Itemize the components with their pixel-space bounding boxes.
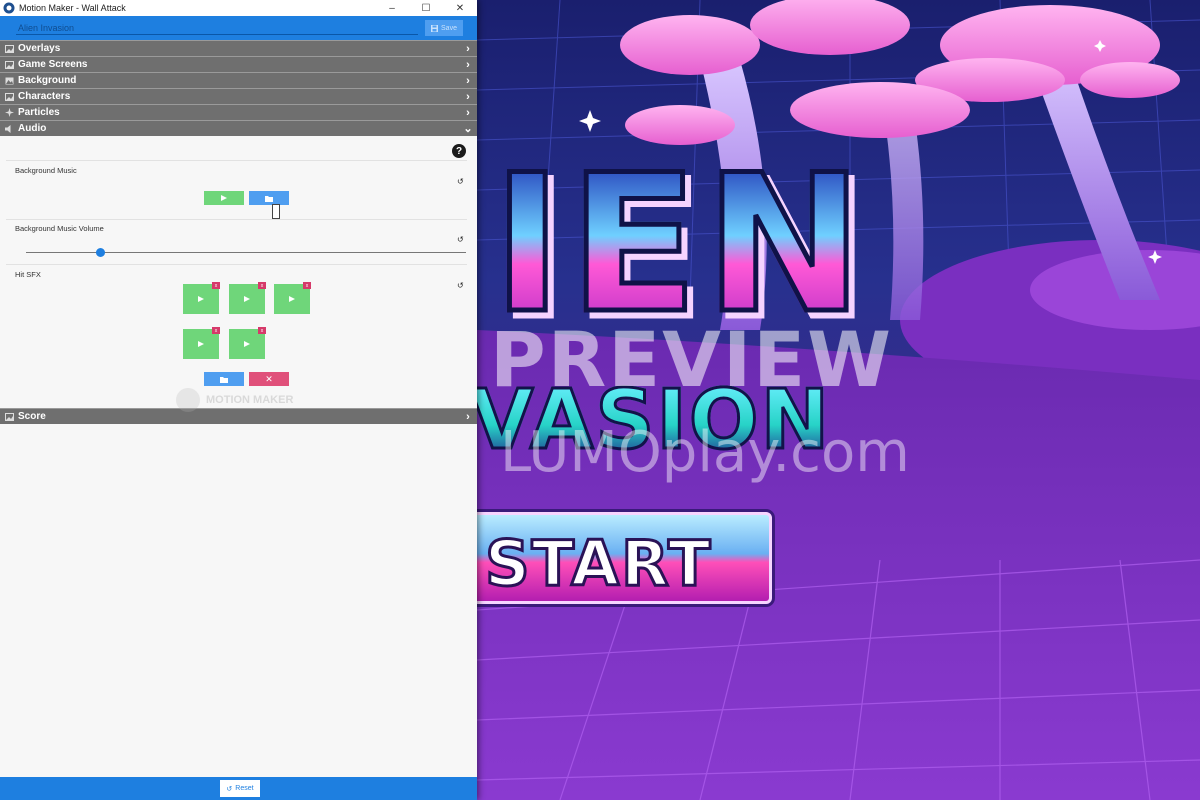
clear-hit-sfx-button[interactable]: ✕ bbox=[249, 372, 289, 386]
section-characters[interactable]: Characters › bbox=[0, 88, 477, 104]
landscape-icon bbox=[4, 76, 14, 86]
play-background-music-button[interactable] bbox=[204, 191, 244, 205]
hit-sfx-item[interactable]: x bbox=[274, 282, 311, 314]
section-particles[interactable]: Particles › bbox=[0, 104, 477, 120]
divider bbox=[6, 264, 467, 265]
preview-watermark: PREVIEW bbox=[490, 315, 893, 404]
maximize-button[interactable]: ☐ bbox=[409, 3, 443, 14]
reset-volume-icon[interactable]: ↺ bbox=[457, 236, 465, 244]
section-label: Score bbox=[18, 411, 46, 422]
save-button-label: Save bbox=[441, 24, 457, 32]
hit-sfx-item[interactable]: x bbox=[229, 327, 266, 359]
motion-maker-logo-icon bbox=[176, 388, 200, 412]
play-icon bbox=[244, 296, 250, 302]
section-label: Background bbox=[18, 75, 77, 86]
motion-maker-watermark: MOTION MAKER bbox=[176, 388, 293, 412]
remove-sfx-icon[interactable]: x bbox=[212, 282, 220, 289]
speaker-icon bbox=[4, 124, 14, 134]
start-button-label: START bbox=[483, 526, 713, 602]
remove-sfx-icon[interactable]: x bbox=[303, 282, 311, 289]
reset-background-music-icon[interactable]: ↺ bbox=[457, 178, 465, 186]
sparkle-icon bbox=[4, 108, 14, 118]
section-label: Overlays bbox=[18, 43, 61, 54]
volume-slider-thumb[interactable] bbox=[96, 248, 106, 257]
app-logo-icon bbox=[3, 2, 15, 14]
chevron-right-icon: › bbox=[466, 58, 470, 71]
folder-open-icon bbox=[264, 195, 273, 202]
hit-sfx-item[interactable]: x bbox=[183, 282, 220, 314]
reset-button[interactable]: ↺ Reset bbox=[220, 780, 260, 797]
remove-sfx-icon[interactable]: x bbox=[212, 327, 220, 334]
section-background[interactable]: Background › bbox=[0, 72, 477, 88]
browse-hit-sfx-button[interactable] bbox=[204, 372, 244, 386]
mouse-cursor bbox=[272, 204, 280, 219]
close-icon: ✕ bbox=[265, 373, 273, 384]
chevron-right-icon: › bbox=[466, 90, 470, 103]
section-game-screens[interactable]: Game Screens › bbox=[0, 56, 477, 72]
section-label: Characters bbox=[18, 91, 71, 102]
project-name-input[interactable] bbox=[16, 21, 418, 35]
image-icon bbox=[4, 44, 14, 54]
start-button[interactable]: START bbox=[470, 512, 772, 604]
site-watermark: LUMOplay.com bbox=[500, 420, 910, 485]
play-icon bbox=[198, 296, 204, 302]
motion-maker-watermark-text: MOTION MAKER bbox=[206, 394, 294, 406]
folder-open-icon bbox=[219, 376, 228, 383]
chevron-right-icon: › bbox=[466, 74, 470, 87]
window-title: Motion Maker - Wall Attack bbox=[19, 3, 126, 13]
image-icon bbox=[4, 412, 14, 422]
divider bbox=[6, 219, 467, 220]
section-label: Particles bbox=[18, 107, 60, 118]
reset-hit-sfx-icon[interactable]: ↺ bbox=[457, 282, 465, 290]
remove-sfx-icon[interactable]: x bbox=[258, 327, 266, 334]
chevron-down-icon: ⌄ bbox=[463, 123, 473, 135]
image-icon bbox=[4, 60, 14, 70]
minimize-button[interactable]: – bbox=[375, 3, 409, 14]
section-label: Game Screens bbox=[18, 59, 88, 70]
volume-slider-track[interactable] bbox=[26, 252, 466, 253]
chevron-right-icon: › bbox=[466, 42, 470, 55]
hit-sfx-item[interactable]: x bbox=[229, 282, 266, 314]
section-label: Audio bbox=[18, 123, 47, 134]
title-bar: Motion Maker - Wall Attack – ☐ ✕ bbox=[0, 0, 477, 16]
audio-panel: ? Background Music ↺ Background Music Vo… bbox=[0, 136, 477, 412]
section-audio[interactable]: Audio ⌄ bbox=[0, 120, 477, 136]
toolbar: Save bbox=[0, 16, 477, 40]
footer-bar: ↺ Reset bbox=[0, 777, 477, 800]
section-overlays[interactable]: Overlays › bbox=[0, 40, 477, 56]
hit-sfx-item[interactable]: x bbox=[183, 327, 220, 359]
browse-background-music-button[interactable] bbox=[249, 191, 289, 205]
chevron-right-icon: › bbox=[466, 410, 470, 423]
motion-maker-window: Motion Maker - Wall Attack – ☐ ✕ Save Ov… bbox=[0, 0, 477, 800]
chevron-right-icon: › bbox=[466, 106, 470, 119]
reset-icon: ↺ bbox=[226, 785, 233, 793]
hit-sfx-label: Hit SFX bbox=[15, 270, 41, 279]
image-icon bbox=[4, 92, 14, 102]
play-icon bbox=[289, 296, 295, 302]
background-music-volume-label: Background Music Volume bbox=[15, 224, 104, 233]
game-title-top: IEN bbox=[490, 134, 870, 355]
close-button[interactable]: ✕ bbox=[443, 3, 477, 14]
play-icon bbox=[244, 341, 250, 347]
save-icon bbox=[431, 24, 439, 32]
play-icon bbox=[221, 195, 227, 201]
remove-sfx-icon[interactable]: x bbox=[258, 282, 266, 289]
divider bbox=[6, 160, 467, 161]
background-music-label: Background Music bbox=[15, 166, 77, 175]
save-button[interactable]: Save bbox=[425, 20, 463, 36]
play-icon bbox=[198, 341, 204, 347]
reset-button-label: Reset bbox=[235, 785, 254, 792]
help-icon[interactable]: ? bbox=[452, 144, 466, 158]
